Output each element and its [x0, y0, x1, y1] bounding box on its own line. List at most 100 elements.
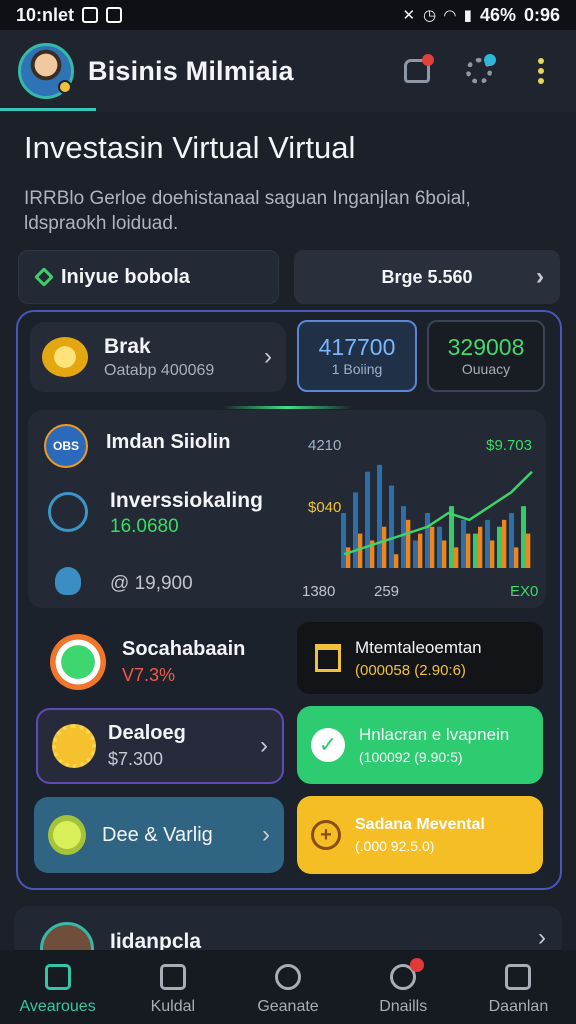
- chart-x-label: 1380: [302, 583, 335, 600]
- header-tab-indicator: [0, 108, 96, 111]
- wifi-icon: ◠: [444, 7, 456, 24]
- notification-badge: [422, 54, 434, 66]
- savings-value: (.000 92.5.0): [355, 838, 435, 854]
- battery-level: 46%: [479, 4, 516, 25]
- dee-title: Dee & Varlig: [102, 823, 213, 846]
- stat-card-ouuacy[interactable]: 329008 Ouuacy: [427, 320, 545, 392]
- chart-bar-secondary: [394, 554, 399, 568]
- status-bar: 10:nlet ✕ ◷ ◠ ▮ 46% 0:96: [0, 0, 576, 30]
- dealog-value: $7.300: [108, 749, 164, 769]
- chart-bars: [341, 464, 531, 568]
- chart-bar-secondary: [430, 526, 435, 568]
- alarm-icon: ◷: [423, 7, 437, 24]
- obs-icon: OBS: [44, 424, 88, 468]
- nav-label: Dnaills: [379, 998, 428, 1015]
- more-menu-button[interactable]: [524, 54, 558, 88]
- social-tile[interactable]: Socahabaain V7.3%: [36, 626, 284, 698]
- installment-value: (100092 (9.90:5): [359, 749, 463, 765]
- savings-tile[interactable]: + Sadana Mevental (.000 92.5.0): [297, 796, 543, 874]
- notifications-button[interactable]: [400, 54, 434, 88]
- chart-bar: [485, 519, 491, 568]
- bank-card[interactable]: Brak Oatabp 400069 ›: [30, 322, 286, 392]
- kebab-dot: [538, 58, 544, 64]
- globe-icon: [48, 492, 88, 532]
- chart-label-mid-left: $040: [308, 499, 341, 516]
- chevron-right-icon: ›: [538, 924, 546, 951]
- chart-bar-secondary: [358, 533, 363, 568]
- sun-icon: [52, 724, 96, 768]
- calendar-icon: [159, 964, 186, 990]
- chart-bar-secondary: [466, 533, 471, 568]
- balance-chip[interactable]: Brge 5.560 ›: [294, 250, 560, 304]
- kebab-dot: [538, 78, 544, 84]
- status-dot: [58, 80, 72, 94]
- bulb-icon: [48, 815, 86, 855]
- installment-tile[interactable]: ✓ Hnlacran e lvapnein (100092 (9.90:5): [297, 706, 543, 784]
- chart-bar: [413, 540, 419, 568]
- nav-item-daanlan[interactable]: Daanlan: [461, 950, 576, 1024]
- chevron-right-icon: ›: [264, 343, 272, 370]
- chart-bar: [461, 519, 467, 568]
- chart-x-labels: 1380 259 EX0: [302, 583, 538, 600]
- profile-icon: [505, 964, 532, 990]
- chevron-right-icon: ›: [260, 732, 268, 759]
- chart-bar-secondary: [442, 540, 447, 568]
- stat-card-boiing[interactable]: 417700 1 Boiing: [297, 320, 417, 392]
- timer-icon: [275, 964, 301, 990]
- chart-bar-secondary: [382, 526, 387, 568]
- kebab-dot: [538, 68, 544, 74]
- status-time: 10:nlet: [16, 4, 75, 25]
- dee-varlig-tile[interactable]: Dee & Varlig ›: [34, 797, 284, 873]
- chart-bar: [353, 492, 359, 568]
- analytics-title: Imdan Siiolin: [106, 431, 231, 453]
- chart-bar: [341, 513, 347, 568]
- stat-label: 1 Boiing: [331, 361, 383, 377]
- filter-chip[interactable]: Iniyue bobola: [18, 250, 279, 304]
- nav-item-dnaills[interactable]: Dnaills: [346, 950, 461, 1024]
- signal-icon: ▮: [463, 7, 472, 24]
- chart-bar: [509, 513, 515, 568]
- app-header: Bisinis Milmiaia: [0, 30, 576, 112]
- nav-item-kuldal[interactable]: Kuldal: [115, 950, 230, 1024]
- nav-badge: [409, 958, 424, 972]
- nav-label: Kuldal: [150, 998, 196, 1015]
- dealog-tile[interactable]: Dealoeg $7.300 ›: [36, 708, 284, 784]
- savings-title: Sadana Mevental: [355, 816, 485, 833]
- stat-value: 417700: [318, 334, 396, 360]
- chart-bar: [473, 533, 479, 568]
- chart-label-top-left: 4210: [308, 437, 341, 454]
- chart-bar: [377, 464, 383, 568]
- social-icon: [50, 634, 106, 690]
- bank-title: Brak: [104, 334, 151, 358]
- chart-bar: [401, 506, 407, 568]
- chart-bar-secondary: [418, 533, 423, 568]
- chart-bar: [389, 485, 395, 568]
- nav-label: Geanate: [257, 998, 319, 1015]
- nav-item-home[interactable]: Avearoues: [0, 950, 115, 1024]
- avatar[interactable]: [18, 43, 74, 99]
- stat-label: Ouuacy: [461, 361, 511, 377]
- chart-x-label: 259: [374, 583, 399, 600]
- check-icon: ✓: [311, 728, 345, 762]
- monetal-tile[interactable]: Mtemtaleoemtan (000058 (2.90:6): [297, 622, 543, 694]
- nav-label: Avearoues: [19, 998, 96, 1015]
- investment-value: 16.0680: [110, 516, 179, 537]
- chart-bar-secondary: [526, 533, 531, 568]
- nav-label: Daanlan: [488, 998, 549, 1015]
- bottom-nav: Avearoues Kuldal Geanate Dnaills Daanlan: [0, 950, 576, 1024]
- coin-icon: [42, 337, 88, 377]
- shield-icon: [55, 567, 81, 595]
- installment-title: Hnlacran e lvapnein: [359, 725, 510, 744]
- stat-value: 329008: [447, 334, 525, 360]
- chart-bar: [497, 526, 503, 568]
- settings-button[interactable]: [462, 54, 496, 88]
- social-value: V7.3%: [122, 665, 176, 685]
- chart-bar-secondary: [454, 547, 459, 568]
- chart-bar-secondary: [490, 540, 495, 568]
- chart-x-label: EX0: [510, 583, 538, 600]
- monetal-title: Mtemtaleoemtan: [355, 637, 482, 657]
- page-title: Investasin Virtual Virtual: [24, 130, 356, 165]
- chart-bar: [437, 526, 443, 568]
- chart-bar-secondary: [502, 519, 507, 568]
- nav-item-geanate[interactable]: Geanate: [230, 950, 345, 1024]
